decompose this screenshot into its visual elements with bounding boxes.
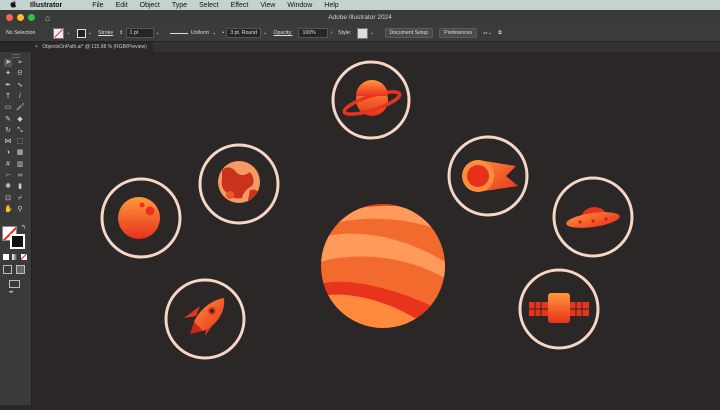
opacity-field[interactable]: 100% › — [298, 28, 332, 38]
artboard-canvas[interactable] — [32, 52, 720, 405]
variable-width-profile[interactable]: Uniform ⌄ — [169, 30, 216, 36]
fill-swatch[interactable]: ⌄ — [53, 27, 71, 39]
none-mode-icon[interactable] — [21, 254, 27, 260]
window-controls — [6, 14, 39, 21]
menu-edit[interactable]: Edit — [116, 2, 128, 9]
share-icon[interactable]: ⧉ — [498, 30, 502, 37]
slice-icon[interactable]: ⌿ — [16, 195, 24, 203]
satellite-icon[interactable] — [518, 268, 600, 350]
app-menu[interactable]: Illustrator — [30, 2, 62, 9]
fill-stroke-widget[interactable]: ↰ — [2, 224, 26, 249]
draw-mode-icon[interactable] — [3, 265, 12, 274]
stroke-weight-value[interactable]: 1 pt — [125, 28, 154, 38]
close-window-button[interactable] — [6, 14, 13, 21]
eraser-icon[interactable]: ◆ — [16, 116, 24, 124]
style-label: Style: — [338, 30, 352, 36]
type-icon[interactable]: T — [4, 93, 12, 101]
document-tab-label: ObjectsOnPath.ai* @ 115.98 % (RGB/Previe… — [42, 44, 147, 50]
gradient-mode-icon[interactable] — [12, 254, 18, 260]
control-bar: No Selection ⌄ ⌄ Stroke ⇕ 1 pt ⌄ Uniform ⌄ … — [0, 25, 720, 42]
menu-type[interactable]: Type — [172, 2, 187, 9]
screen-mode-icon[interactable] — [16, 265, 25, 274]
eyedropper-icon[interactable]: ⌐ — [4, 172, 12, 180]
free-transform-icon[interactable]: ⬚ — [16, 138, 24, 146]
document-setup-button[interactable]: Document Setup — [384, 28, 434, 38]
ufo-icon[interactable] — [552, 176, 634, 258]
comet-icon[interactable] — [447, 135, 529, 217]
artwork — [100, 60, 634, 360]
jupiter-icon[interactable] — [320, 198, 445, 330]
menu-window[interactable]: Window — [287, 2, 312, 9]
style-swatch[interactable]: ⌄ — [357, 27, 375, 39]
menu-object[interactable]: Object — [140, 2, 160, 9]
color-mode-buttons — [3, 254, 27, 260]
column-graph-icon[interactable]: ▮ — [16, 183, 24, 191]
pen-icon[interactable]: ✒ — [4, 82, 12, 90]
moon-icon[interactable] — [100, 177, 182, 259]
menu-help[interactable]: Help — [324, 2, 338, 9]
menu-bar: Illustrator File Edit Object Type Select… — [0, 0, 720, 10]
rocket-icon[interactable] — [164, 278, 246, 360]
apple-menu-icon[interactable] — [10, 0, 20, 11]
curvature-icon[interactable]: ∿ — [16, 82, 24, 90]
brush-value: 3 pt. Round — [226, 28, 262, 38]
brush-definition[interactable]: • 3 pt. Round ⌄ — [222, 28, 267, 38]
document-tab[interactable]: × ObjectsOnPath.ai* @ 115.98 % (RGB/Prev… — [31, 42, 153, 52]
menu-file[interactable]: File — [92, 2, 103, 9]
magic-wand-icon[interactable]: ✦ — [4, 70, 12, 78]
gradient-icon[interactable]: ▥ — [16, 161, 24, 169]
shape-builder-icon[interactable]: ◑ — [4, 149, 12, 157]
zoom-icon[interactable]: ⚲ — [16, 206, 24, 214]
document-tab-bar: × ObjectsOnPath.ai* @ 115.98 % (RGB/Prev… — [31, 42, 720, 52]
panel-grip[interactable] — [12, 54, 20, 58]
zoom-window-button[interactable] — [28, 14, 35, 21]
minimize-window-button[interactable] — [17, 14, 24, 21]
symbol-sprayer-icon[interactable]: ✺ — [4, 183, 12, 191]
direct-selection-icon[interactable]: ➢ — [16, 59, 24, 67]
lasso-icon[interactable]: ᘓ — [16, 70, 24, 78]
pencil-icon[interactable]: ✎ — [4, 116, 12, 124]
perspective-icon[interactable]: ▦ — [16, 149, 24, 157]
hand-icon[interactable]: ✋ — [4, 206, 13, 214]
scale-icon[interactable]: ⤡ — [16, 127, 24, 135]
arrange-documents-icon[interactable]: ⚏⌄ — [483, 30, 492, 36]
menu-select[interactable]: Select — [199, 2, 218, 9]
stroke-label[interactable]: Stroke — [98, 30, 113, 36]
blend-icon[interactable]: ∞ — [16, 172, 24, 180]
rectangle-icon[interactable]: ▭ — [4, 104, 12, 112]
home-icon[interactable]: ⌂ — [45, 13, 50, 23]
saturn-icon[interactable] — [331, 60, 411, 140]
swap-fill-stroke-icon[interactable]: ↰ — [21, 224, 26, 231]
line-icon[interactable]: / — [16, 93, 24, 101]
rotate-icon[interactable]: ↻ — [4, 127, 12, 135]
stroke-weight-field[interactable]: ⇕ 1 pt ⌄ — [119, 28, 160, 38]
mars-icon[interactable] — [198, 143, 280, 225]
preferences-button[interactable]: Preferences — [439, 28, 478, 38]
stroke-color-swatch[interactable] — [10, 234, 25, 249]
menu-effect[interactable]: Effect — [231, 2, 249, 9]
more-tools-button[interactable]: ••• — [9, 290, 13, 296]
tools-panel: ↰ ••• ➤ ➢ ✦ ᘓ ✒ ∿ T / ▭ 🖌 ✎ ◆ ↻ ⤡ ⋈ ⬚ ◑ ▦ # ▥ ⌐ ∞ ✺ ▮ ⊡ ⌿ ✋ ⚲ — [0, 52, 32, 405]
width-icon[interactable]: ⋈ — [4, 138, 12, 146]
stroke-swatch[interactable]: ⌄ — [76, 28, 92, 38]
selection-status: No Selection — [6, 30, 36, 36]
edit-toolbar-icon[interactable] — [9, 280, 20, 288]
window-title: Adobe Illustrator 2024 — [328, 14, 392, 21]
color-mode-icon[interactable] — [3, 254, 9, 260]
paintbrush-icon[interactable]: 🖌 — [16, 104, 25, 112]
artboard-icon[interactable]: ⊡ — [4, 195, 12, 203]
opacity-value[interactable]: 100% — [298, 28, 329, 38]
close-tab-icon[interactable]: × — [35, 44, 38, 50]
opacity-label[interactable]: Opacity: — [273, 30, 292, 36]
menu-view[interactable]: View — [260, 2, 275, 9]
profile-value: Uniform — [190, 30, 210, 36]
mesh-icon[interactable]: # — [4, 161, 12, 169]
selection-icon[interactable]: ➤ — [4, 59, 12, 67]
window-title-bar: ⌂ Adobe Illustrator 2024 — [0, 10, 720, 25]
